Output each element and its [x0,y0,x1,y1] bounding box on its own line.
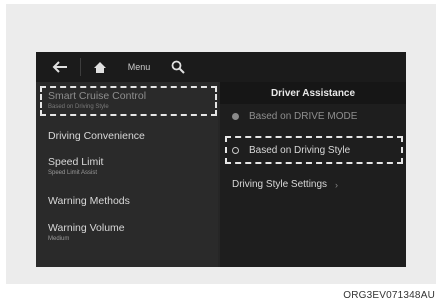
menu-button[interactable]: Menu [120,52,158,82]
radio-selected-icon [232,113,239,120]
menu-item-warning-methods[interactable]: Warning Methods [48,195,213,207]
option-based-on-drive-mode[interactable]: Based on DRIVE MODE [232,111,397,122]
radio-unselected-icon [232,147,239,154]
home-button[interactable] [90,52,110,82]
chevron-right-icon: › [335,179,339,190]
menu-item-smart-cruise-control[interactable]: Smart Cruise Control Based on Driving St… [48,90,213,110]
back-button[interactable] [50,52,70,82]
option-driving-style-settings[interactable]: Driving Style Settings › [232,179,397,190]
top-bar: Menu [36,52,406,82]
menu-item-label: Warning Volume [48,222,125,234]
topbar-divider [80,58,81,76]
menu-item-driving-convenience[interactable]: Driving Convenience [48,130,213,142]
search-icon [171,60,185,74]
menu-item-sublabel: Based on Driving Style [48,104,109,110]
menu-item-label: Smart Cruise Control [48,90,147,102]
home-icon [94,61,106,73]
menu-item-label: Warning Methods [48,195,130,207]
infotainment-screen: Menu Driver Assistance Smart Cruise Cont… [36,52,406,267]
search-button[interactable] [168,52,188,82]
back-arrow-icon [52,61,67,73]
option-label: Driving Style Settings [232,179,328,190]
menu-item-sublabel: Medium [48,236,70,242]
figure-code: ORG3EV071348AU [343,290,435,301]
menu-item-speed-limit[interactable]: Speed Limit Speed Limit Assist [48,156,213,176]
menu-item-sublabel: Speed Limit Assist [48,170,98,176]
option-based-on-driving-style[interactable]: Based on Driving Style [232,145,397,156]
menu-item-label: Speed Limit [48,156,104,168]
menu-label: Menu [127,62,151,72]
menu-item-warning-volume[interactable]: Warning Volume Medium [48,222,213,242]
option-label: Based on DRIVE MODE [249,111,358,122]
option-label: Based on Driving Style [249,145,351,156]
options-panel [220,82,406,267]
menu-item-label: Driving Convenience [48,130,145,142]
panel-header: Driver Assistance [220,82,406,104]
